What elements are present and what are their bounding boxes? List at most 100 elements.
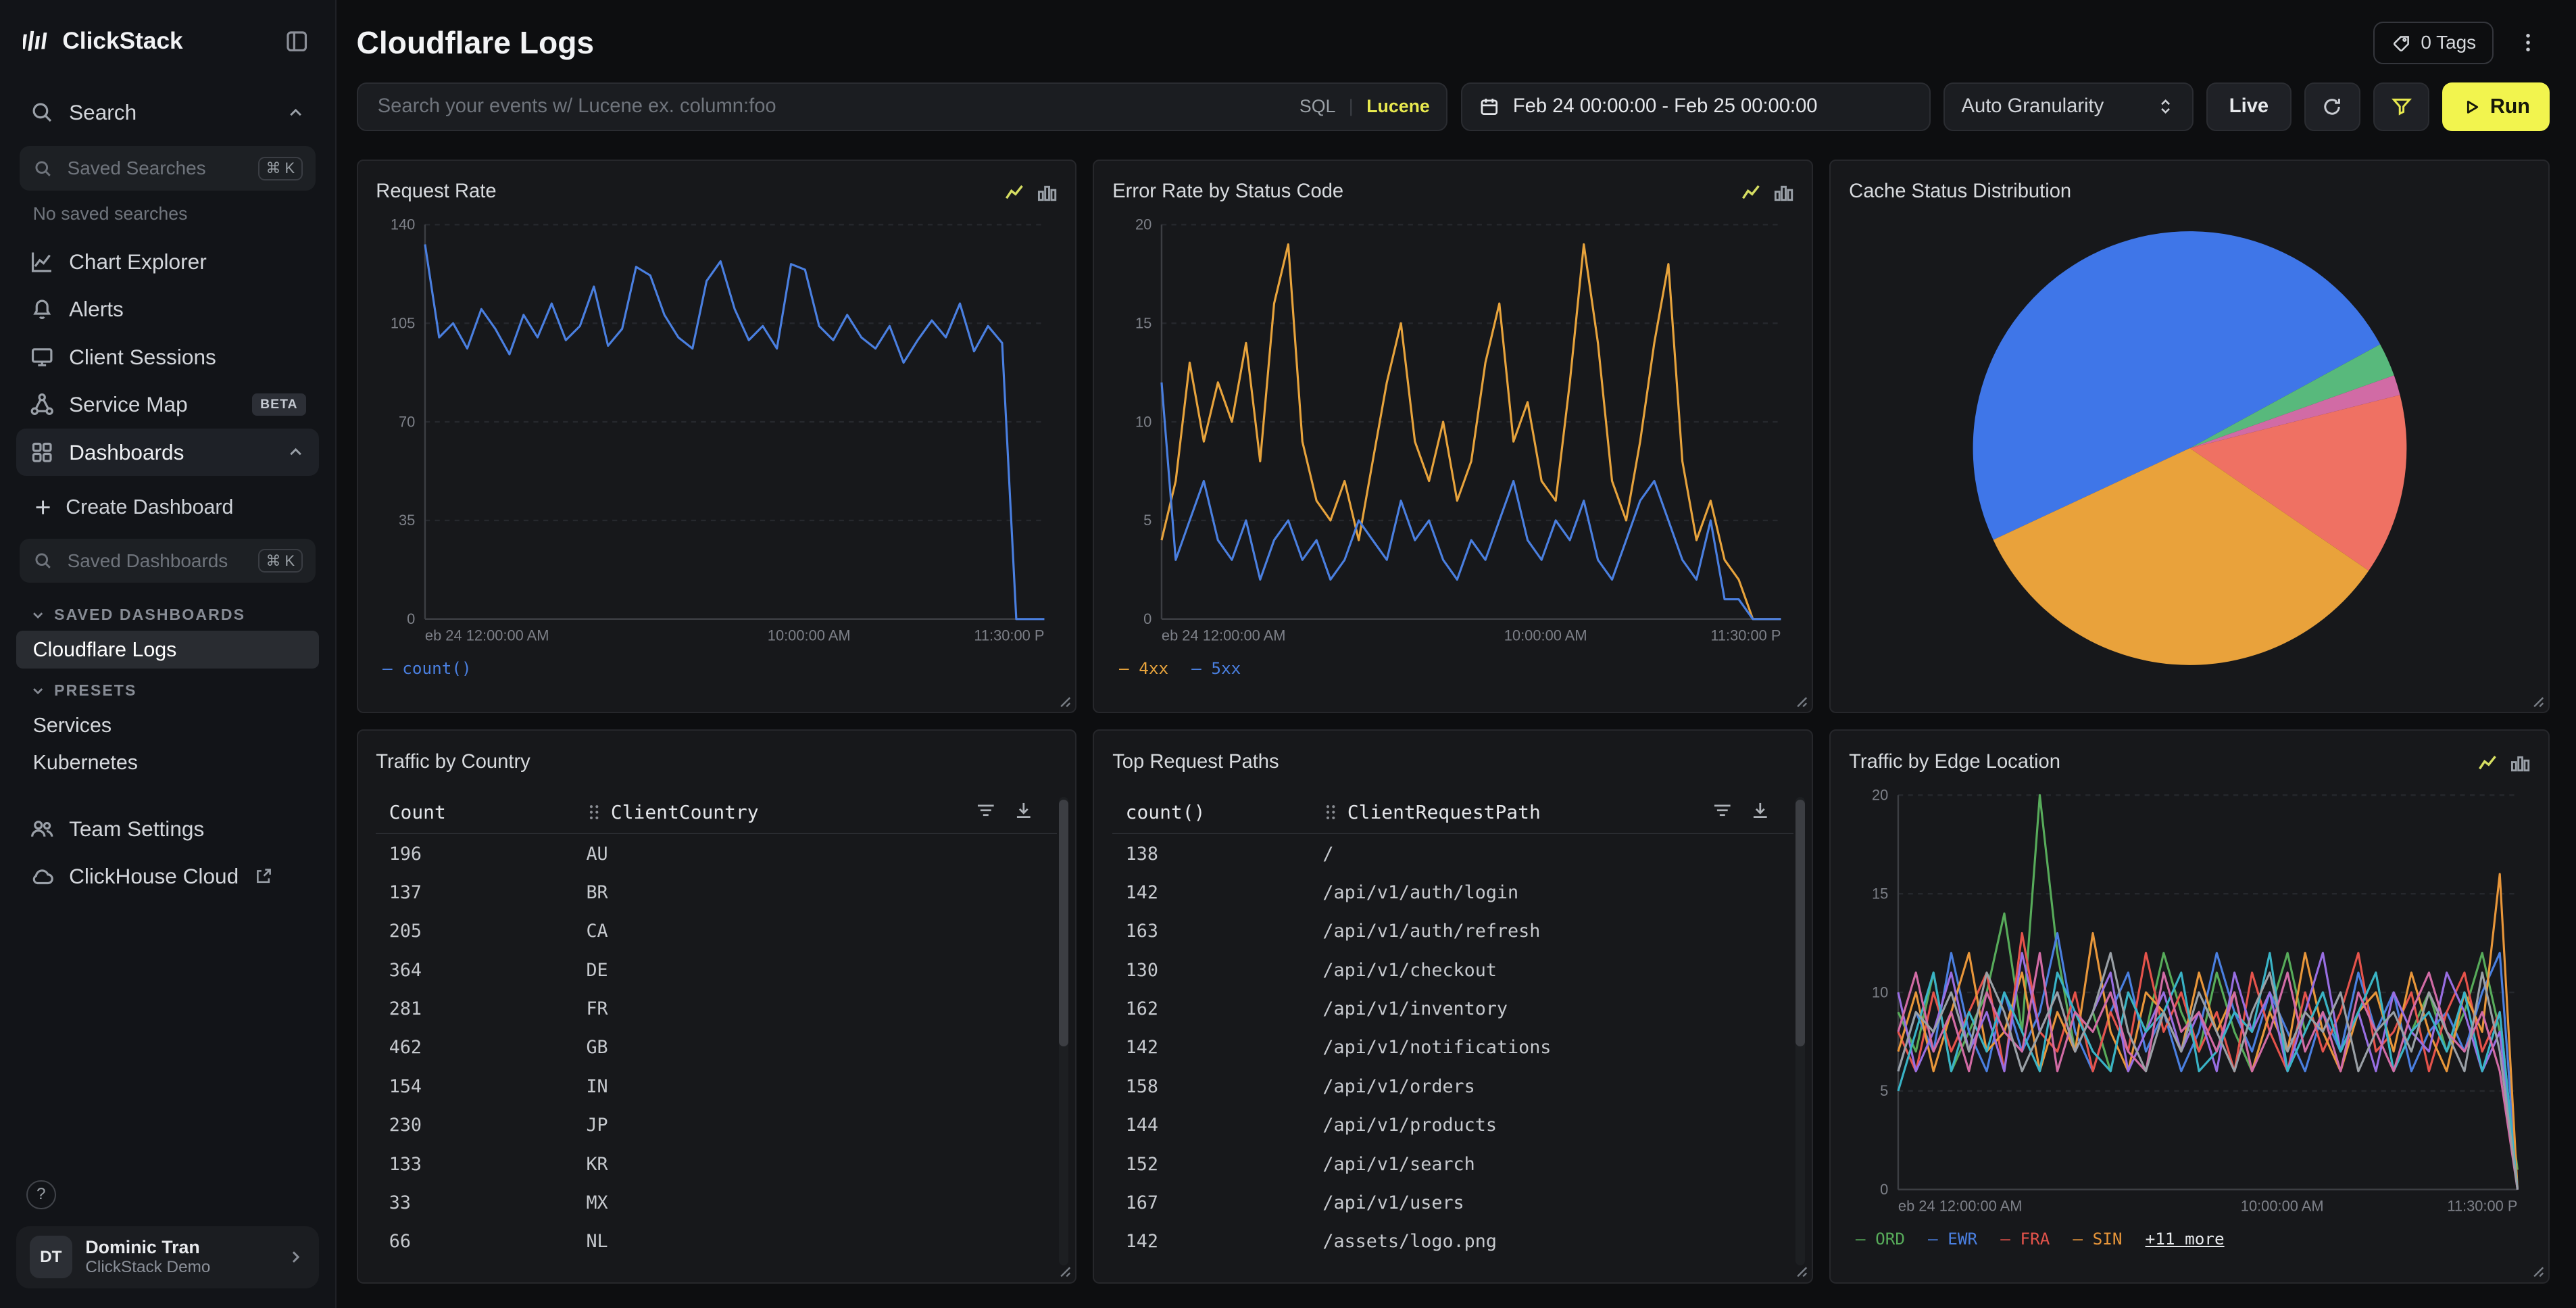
table-row[interactable]: 142/api/v1/auth/login — [1112, 873, 1793, 912]
panel-request-rate: Request Rate 03570105140eb 24 12:00:00 A… — [357, 160, 1077, 713]
line-chart-toggle[interactable] — [1005, 182, 1024, 201]
live-button[interactable]: Live — [2206, 82, 2292, 132]
panel-title: Request Rate — [376, 180, 496, 203]
table-row[interactable]: 154IN — [376, 1067, 1057, 1106]
download-icon[interactable] — [1013, 800, 1035, 821]
filter-rows-icon[interactable] — [975, 800, 997, 821]
event-search-input[interactable] — [374, 94, 1287, 120]
table-row[interactable]: 162/api/v1/inventory — [1112, 990, 1793, 1028]
bar-chart-toggle[interactable] — [1774, 182, 1793, 201]
column-header-value[interactable]: ClientCountry — [611, 801, 759, 823]
saved-dashboards-input[interactable]: ⌘ K — [20, 539, 316, 583]
table-row[interactable]: 158/api/v1/orders — [1112, 1067, 1793, 1106]
legend-item[interactable]: — count() — [382, 658, 472, 678]
column-header-count[interactable]: Count — [376, 801, 586, 823]
panel-resize-handle[interactable] — [2529, 1262, 2545, 1278]
more-options-button[interactable] — [2507, 22, 2550, 64]
cell-count: 163 — [1112, 921, 1322, 942]
table-row[interactable]: 133KR — [376, 1144, 1057, 1183]
table-row[interactable]: 66NL — [376, 1222, 1057, 1261]
legend-more-link[interactable]: +11 more — [2146, 1229, 2225, 1249]
table-row[interactable]: 138/ — [1112, 834, 1793, 873]
line-chart-toggle[interactable] — [1741, 182, 1761, 201]
bar-chart-toggle[interactable] — [2510, 752, 2530, 772]
cell-count: 144 — [1112, 1115, 1322, 1136]
legend-item[interactable]: — SIN — [2073, 1229, 2122, 1249]
help-button[interactable]: ? — [26, 1180, 56, 1210]
drag-handle-icon[interactable] — [1322, 802, 1339, 822]
section-saved-dashboards[interactable]: SAVED DASHBOARDS — [16, 593, 319, 631]
svg-text:0: 0 — [1880, 1181, 1888, 1198]
scrollbar-thumb[interactable] — [1795, 800, 1806, 1046]
refresh-button[interactable] — [2304, 82, 2360, 132]
svg-text:10: 10 — [1872, 984, 1888, 1000]
panel-resize-handle[interactable] — [2529, 692, 2545, 708]
table-row[interactable]: 144/api/v1/products — [1112, 1106, 1793, 1144]
table-row[interactable]: 142/assets/logo.png — [1112, 1222, 1793, 1261]
cell-count: 142 — [1112, 1231, 1322, 1252]
event-search-box[interactable]: SQL | Lucene — [357, 82, 1448, 132]
sidebar-preset-kubernetes[interactable]: Kubernetes — [16, 744, 319, 782]
create-dashboard-button[interactable]: Create Dashboard — [16, 486, 319, 529]
table-row[interactable]: 130/api/v1/checkout — [1112, 951, 1793, 990]
drag-handle-icon[interactable] — [586, 802, 602, 822]
table-row[interactable]: 364DE — [376, 951, 1057, 990]
panel-resize-handle[interactable] — [1792, 1262, 1808, 1278]
sidebar-collapse-button[interactable] — [281, 26, 312, 57]
time-range-picker[interactable]: Feb 24 00:00:00 - Feb 25 00:00:00 — [1461, 82, 1931, 132]
table-row[interactable]: 167/api/v1/users — [1112, 1184, 1793, 1222]
panel-resize-handle[interactable] — [1792, 692, 1808, 708]
sidebar-item-alerts[interactable]: Alerts — [16, 285, 319, 333]
panel-resize-handle[interactable] — [1056, 692, 1072, 708]
table-row[interactable]: 205CA — [376, 912, 1057, 950]
legend-item[interactable]: — EWR — [1928, 1229, 1977, 1249]
sidebar-item-client-sessions[interactable]: Client Sessions — [16, 333, 319, 381]
column-header-value[interactable]: ClientRequestPath — [1347, 801, 1541, 823]
saved-searches-input[interactable]: ⌘ K — [20, 146, 316, 191]
table-row[interactable]: 163/api/v1/auth/refresh — [1112, 912, 1793, 950]
scrollbar-thumb[interactable] — [1059, 800, 1069, 1046]
sidebar-item-clickhouse-cloud[interactable]: ClickHouse Cloud — [16, 852, 319, 900]
filter-button[interactable] — [2373, 82, 2429, 132]
chart-legend: — count() — [376, 649, 1057, 679]
sidebar-dashboard-cloudflare-logs[interactable]: Cloudflare Logs — [16, 631, 319, 669]
table-row[interactable]: 33MX — [376, 1184, 1057, 1222]
tags-button[interactable]: 0 Tags — [2373, 22, 2494, 64]
cell-count: 230 — [376, 1115, 586, 1136]
filter-rows-icon[interactable] — [1712, 800, 1733, 821]
run-button[interactable]: Run — [2442, 82, 2550, 132]
panel-resize-handle[interactable] — [1056, 1262, 1072, 1278]
sidebar-item-search[interactable]: Search — [16, 89, 319, 137]
legend-item[interactable]: — 5xx — [1191, 658, 1241, 678]
granularity-select[interactable]: Auto Granularity — [1943, 82, 2194, 132]
legend-item[interactable]: — FRA — [2000, 1229, 2050, 1249]
bar-chart-toggle[interactable] — [1037, 182, 1057, 201]
sidebar-item-service-map[interactable]: Service Map BETA — [16, 381, 319, 429]
sidebar-item-dashboards[interactable]: Dashboards — [16, 429, 319, 477]
legend-item[interactable]: — 4xx — [1119, 658, 1168, 678]
sidebar-item-team-settings[interactable]: Team Settings — [16, 805, 319, 853]
column-header-count[interactable]: count() — [1112, 801, 1322, 823]
table-row[interactable]: 137BR — [376, 873, 1057, 912]
table-row[interactable]: 142/api/v1/notifications — [1112, 1028, 1793, 1067]
saved-searches-field[interactable] — [64, 156, 247, 181]
user-menu[interactable]: DT Dominic Tran ClickStack Demo — [16, 1226, 319, 1288]
table-row[interactable]: 230JP — [376, 1106, 1057, 1144]
table-row[interactable]: 196AU — [376, 834, 1057, 873]
table-row[interactable]: 281FR — [376, 990, 1057, 1028]
time-range-value: Feb 24 00:00:00 - Feb 25 00:00:00 — [1513, 95, 1818, 118]
lucene-toggle[interactable]: Lucene — [1366, 96, 1430, 117]
sql-toggle[interactable]: SQL — [1299, 96, 1336, 117]
panel-cache-status: Cache Status Distribution — [1829, 160, 2550, 713]
download-icon[interactable] — [1750, 800, 1771, 821]
table-row[interactable]: 152/api/v1/search — [1112, 1144, 1793, 1183]
saved-dashboards-field[interactable] — [64, 548, 247, 573]
sidebar-item-chart-explorer[interactable]: Chart Explorer — [16, 238, 319, 286]
panel-top-request-paths: Top Request Paths count() ClientRequestP… — [1093, 729, 1813, 1283]
sidebar-preset-services[interactable]: Services — [16, 706, 319, 744]
line-chart-toggle[interactable] — [2478, 752, 2498, 772]
legend-item[interactable]: — ORD — [1856, 1229, 1905, 1249]
svg-text:105: 105 — [391, 315, 415, 332]
section-presets[interactable]: PRESETS — [16, 669, 319, 706]
table-row[interactable]: 462GB — [376, 1028, 1057, 1067]
